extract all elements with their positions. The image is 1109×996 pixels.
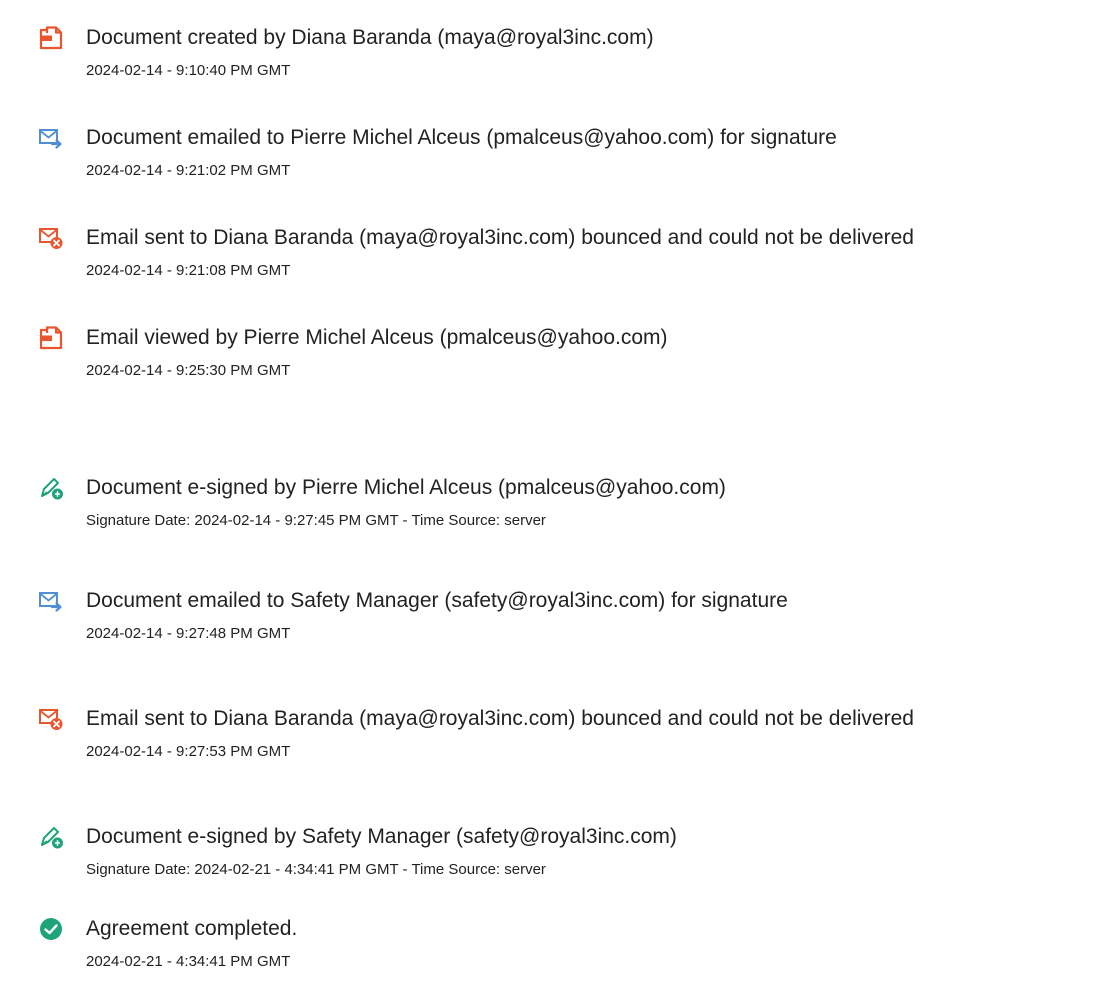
history-event: Email viewed by Pierre Michel Alceus (pm…: [0, 325, 1109, 395]
history-event: Document e-signed by Safety Manager (saf…: [0, 824, 1109, 894]
document-icon: [38, 25, 64, 51]
event-timestamp: 2024-02-14 - 9:21:08 PM GMT: [86, 262, 291, 279]
history-event: Email sent to Diana Baranda (maya@royal3…: [0, 706, 1109, 776]
check-circle-icon: [38, 916, 64, 942]
event-title: Email sent to Diana Baranda (maya@royal3…: [86, 226, 914, 249]
document-icon: [38, 325, 64, 351]
event-title: Document e-signed by Pierre Michel Alceu…: [86, 476, 726, 499]
event-timestamp: Signature Date: 2024-02-21 - 4:34:41 PM …: [86, 861, 546, 878]
email-bounced-icon: [38, 225, 64, 251]
event-title: Document emailed to Pierre Michel Alceus…: [86, 126, 837, 149]
event-title: Document e-signed by Safety Manager (saf…: [86, 825, 677, 848]
event-timestamp: 2024-02-14 - 9:21:02 PM GMT: [86, 162, 291, 179]
event-timestamp: 2024-02-14 - 9:27:48 PM GMT: [86, 625, 291, 642]
event-timestamp: 2024-02-21 - 4:34:41 PM GMT: [86, 953, 291, 970]
history-event: Document created by Diana Baranda (maya@…: [0, 25, 1109, 95]
event-timestamp: 2024-02-14 - 9:27:53 PM GMT: [86, 743, 291, 760]
event-title: Document emailed to Safety Manager (safe…: [86, 589, 788, 612]
event-timestamp: Signature Date: 2024-02-14 - 9:27:45 PM …: [86, 512, 546, 529]
event-title: Agreement completed.: [86, 917, 298, 940]
history-event: Document e-signed by Pierre Michel Alceu…: [0, 475, 1109, 545]
email-sent-icon: [38, 588, 64, 614]
event-title: Email viewed by Pierre Michel Alceus (pm…: [86, 326, 668, 349]
agreement-history-list: Document created by Diana Baranda (maya@…: [0, 0, 1109, 996]
history-event: Agreement completed. 2024-02-21 - 4:34:4…: [0, 916, 1109, 986]
event-timestamp: 2024-02-14 - 9:10:40 PM GMT: [86, 62, 291, 79]
history-event: Email sent to Diana Baranda (maya@royal3…: [0, 225, 1109, 295]
history-event: Document emailed to Safety Manager (safe…: [0, 588, 1109, 658]
esign-pen-icon: [38, 475, 64, 501]
email-bounced-icon: [38, 706, 64, 732]
event-timestamp: 2024-02-14 - 9:25:30 PM GMT: [86, 362, 291, 379]
esign-pen-icon: [38, 824, 64, 850]
event-title: Document created by Diana Baranda (maya@…: [86, 26, 654, 49]
event-title: Email sent to Diana Baranda (maya@royal3…: [86, 707, 914, 730]
history-event: Document emailed to Pierre Michel Alceus…: [0, 125, 1109, 195]
email-sent-icon: [38, 125, 64, 151]
